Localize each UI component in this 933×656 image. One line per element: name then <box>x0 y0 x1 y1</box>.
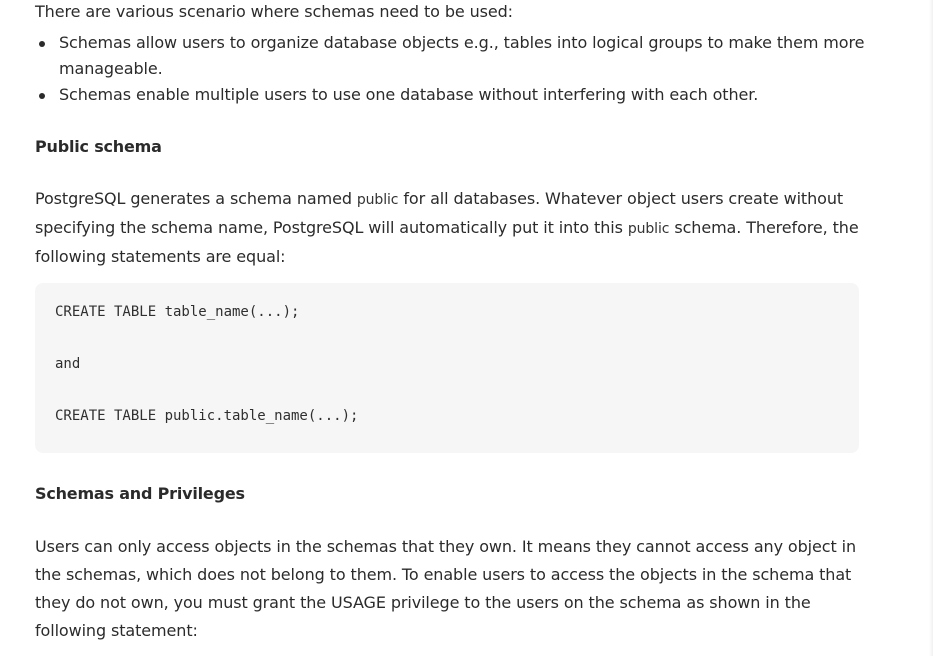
text-run: PostgreSQL generates a schema named <box>35 189 357 208</box>
article-page: There are various scenario where schemas… <box>0 0 933 656</box>
intro-paragraph: There are various scenario where schemas… <box>35 2 513 21</box>
scenario-list: Schemas allow users to organize database… <box>35 30 865 108</box>
code-line: CREATE TABLE public.table_name(...); <box>55 408 359 424</box>
code-block: CREATE TABLE table_name(...); and CREATE… <box>35 283 859 453</box>
bullet-icon <box>39 93 45 99</box>
list-item: Schemas allow users to organize database… <box>39 30 865 82</box>
inline-code: public <box>627 221 670 237</box>
inline-code: public <box>356 192 399 208</box>
code-line: and <box>55 356 81 372</box>
scroll-edge-shadow <box>929 0 933 656</box>
list-item-text: Schemas enable multiple users to use one… <box>59 85 759 104</box>
public-schema-paragraph: PostgreSQL generates a schema named publ… <box>35 185 865 271</box>
list-item: Schemas enable multiple users to use one… <box>39 82 865 108</box>
list-item-text: Schemas allow users to organize database… <box>59 33 865 78</box>
code-line: CREATE TABLE table_name(...); <box>55 304 300 320</box>
bullet-icon <box>39 41 45 47</box>
article-content: There are various scenario where schemas… <box>35 0 865 645</box>
privileges-heading: Schemas and Privileges <box>35 484 245 503</box>
public-schema-heading: Public schema <box>35 137 162 156</box>
privileges-paragraph: Users can only access objects in the sch… <box>35 537 856 640</box>
